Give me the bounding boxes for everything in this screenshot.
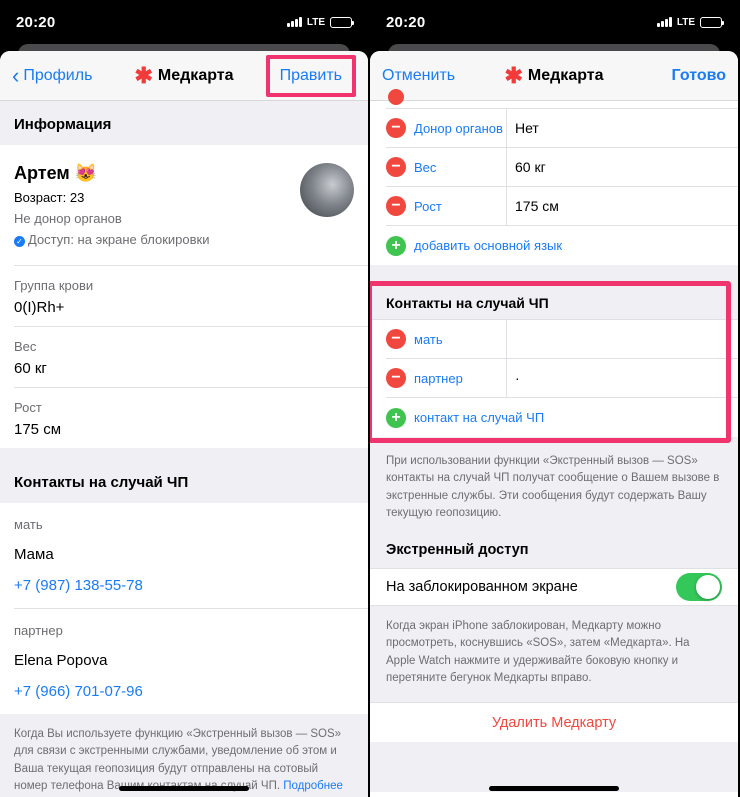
profile-name: Артем 😻 xyxy=(14,163,98,183)
info-section-header: Информация xyxy=(0,101,368,145)
checkmark-icon: ✓ xyxy=(14,236,25,247)
contacts-section-header: Контакты на случай ЧП xyxy=(370,285,738,320)
status-time: 20:20 xyxy=(386,13,426,31)
lock-screen-description: Когда экран iPhone заблокирован, Медкарт… xyxy=(370,606,738,702)
delete-medical-id-button[interactable]: Удалить Медкарту xyxy=(370,702,738,742)
add-icon: + xyxy=(386,235,406,256)
back-button[interactable]: ‹ Профиль xyxy=(12,62,93,88)
contacts-section-header: Контакты на случай ЧП xyxy=(0,448,368,503)
home-indicator[interactable] xyxy=(119,786,249,791)
profile-age: Возраст: 23 xyxy=(14,190,85,205)
add-language-button[interactable]: + добавить основной язык xyxy=(386,226,738,265)
remove-icon[interactable]: − xyxy=(386,196,406,216)
signal-icon xyxy=(286,17,302,27)
nav-bar: Отменить ✱ Медкарта Готово xyxy=(370,51,738,101)
left-screen: 20:20 LTE ‹ Профиль ✱ Медкарта Править И… xyxy=(0,0,368,797)
remove-icon[interactable]: − xyxy=(386,118,406,138)
remove-icon[interactable]: − xyxy=(386,157,406,177)
edit-row-height[interactable]: − Рост 175 см xyxy=(386,187,738,226)
remove-icon[interactable]: − xyxy=(386,329,406,349)
sos-footnote: Когда Вы используете функцию «Экстренный… xyxy=(0,714,368,797)
field-height: Рост 175 см xyxy=(14,387,368,448)
chevron-left-icon: ‹ xyxy=(12,62,20,88)
profile-card: Артем 😻 Возраст: 23 Не донор органов ✓ До… xyxy=(0,145,368,265)
home-indicator[interactable] xyxy=(489,786,619,791)
back-label: Профиль xyxy=(23,66,93,84)
signal-icon xyxy=(656,17,672,27)
contact-mother: мать Мама +7 (987) 138-55-78 xyxy=(14,503,368,608)
battery-icon xyxy=(700,16,724,28)
remove-icon[interactable]: − xyxy=(386,368,406,388)
profile-access: ✓ Доступ: на экране блокировки xyxy=(14,232,209,247)
battery-icon xyxy=(330,16,354,28)
status-bar: 20:20 LTE xyxy=(0,0,368,44)
edit-button[interactable]: Править xyxy=(265,54,356,97)
medical-id-edit-sheet: Отменить ✱ Медкарта Готово − Донор орган… xyxy=(370,51,738,797)
edit-contact-mother[interactable]: − мать xyxy=(386,320,738,359)
field-weight: Вес 60 кг xyxy=(14,326,368,387)
add-emergency-contact-button[interactable]: + контакт на случай ЧП xyxy=(386,398,738,437)
done-button[interactable]: Готово xyxy=(672,67,726,85)
remove-icon[interactable] xyxy=(388,89,404,105)
contact-phone-link[interactable]: +7 (987) 138-55-78 xyxy=(14,577,368,594)
add-icon: + xyxy=(386,407,406,428)
lock-screen-row: На заблокированном экране xyxy=(370,568,738,606)
lock-screen-toggle[interactable] xyxy=(676,573,722,601)
emergency-access-header: Экстренный доступ xyxy=(370,532,738,568)
emergency-contacts-block: Контакты на случай ЧП − мать − партнер ·… xyxy=(370,281,738,443)
edit-contact-partner[interactable]: − партнер · xyxy=(386,359,738,398)
network-label: LTE xyxy=(306,16,325,28)
nav-bar: ‹ Профиль ✱ Медкарта Править xyxy=(0,51,368,101)
sos-description: При использовании функции «Экстренный вы… xyxy=(370,437,738,532)
field-blood-type: Группа крови 0(I)Rh+ xyxy=(14,265,368,326)
contact-partner: партнер Elena Popova +7 (966) 701-07-96 xyxy=(14,608,368,714)
medical-star-icon: ✱ xyxy=(134,62,153,88)
medical-id-sheet: ‹ Профиль ✱ Медкарта Править Информация … xyxy=(0,51,368,797)
profile-donor: Не донор органов xyxy=(14,211,122,226)
edit-row-donor[interactable]: − Донор органов Нет xyxy=(386,109,738,148)
network-label: LTE xyxy=(676,16,695,28)
avatar xyxy=(300,163,354,217)
cancel-button[interactable]: Отменить xyxy=(382,67,455,85)
right-screen: 20:20 LTE Отменить ✱ Медкарта Готово − Д… xyxy=(370,0,738,797)
lock-screen-label: На заблокированном экране xyxy=(386,579,578,595)
status-bar: 20:20 LTE xyxy=(370,0,738,44)
edit-row-weight[interactable]: − Вес 60 кг xyxy=(386,148,738,187)
medical-star-icon: ✱ xyxy=(504,62,523,88)
contact-phone-link[interactable]: +7 (966) 701-07-96 xyxy=(14,683,368,700)
status-time: 20:20 xyxy=(16,13,56,31)
